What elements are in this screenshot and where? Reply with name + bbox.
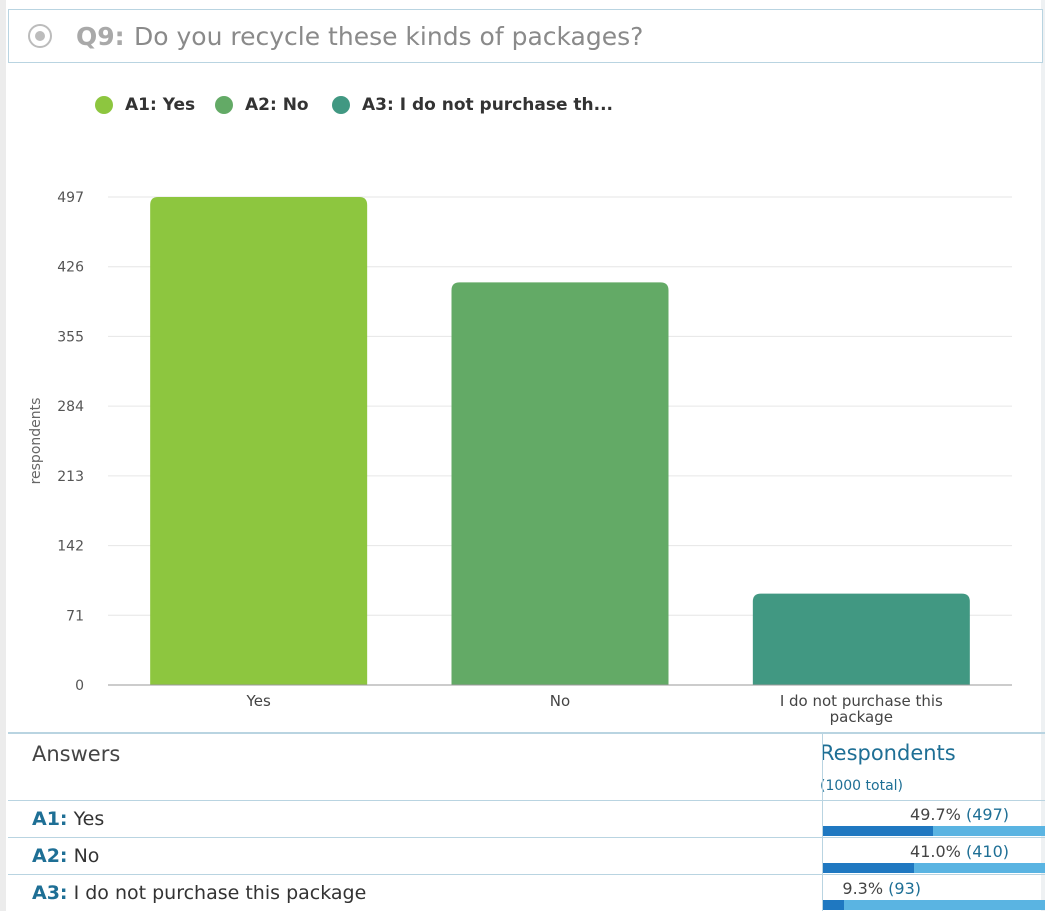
table-row: A2: No 41.0% (410) [8, 837, 1045, 874]
percent-bar-fill [823, 826, 934, 836]
answer-stat: 49.7% (497) [910, 805, 1009, 824]
chart-legend: A1: Yes A2: No A3: I do not purchase th.… [0, 94, 1045, 118]
percent-bar [823, 900, 1045, 910]
y-tick-label: 213 [57, 469, 84, 485]
answer-text: No [73, 845, 100, 867]
answers-table: Answers Respondents (1000 total) A1: Yes… [8, 732, 1045, 911]
answer-code: A1: [32, 808, 68, 830]
answer-stat: 9.3% (93) [842, 879, 921, 898]
percent-bar-fill [823, 863, 915, 873]
answer-percent: 9.3% [842, 879, 884, 898]
respondents-header[interactable]: Respondents [820, 741, 956, 765]
y-axis-title: respondents [28, 398, 44, 485]
answer-count: (497) [965, 805, 1009, 824]
y-tick-label: 142 [57, 539, 84, 555]
legend-dot-icon [332, 96, 350, 114]
percent-bar [823, 826, 1045, 836]
y-tick-label: 426 [57, 260, 84, 276]
legend-label: A3: I do not purchase th... [362, 95, 614, 115]
answer-count: (410) [965, 842, 1009, 861]
bar-2[interactable] [451, 282, 669, 685]
x-tick-label: Yes [246, 692, 271, 710]
y-tick-label: 497 [57, 190, 84, 206]
y-tick-label: 0 [75, 678, 84, 694]
y-tick-label: 71 [66, 608, 84, 624]
bar-chart: 071142213284355426497respondentsYes No I d… [28, 190, 1012, 726]
answer-percent: 49.7% [910, 805, 961, 824]
percent-bar [823, 863, 1045, 873]
x-tick-label: No [550, 692, 570, 710]
y-tick-label: 284 [57, 399, 84, 415]
answers-header: Answers [32, 742, 121, 766]
question-header: Q9: Do you recycle these kinds of packag… [8, 9, 1043, 63]
y-tick-label: 355 [57, 329, 84, 345]
radio-icon[interactable] [28, 24, 52, 48]
question-number: Q9: [76, 22, 125, 51]
answer-label: A3: I do not purchase this package [32, 882, 366, 904]
table-row: A1: Yes 49.7% (497) [8, 800, 1045, 837]
radio-dot-icon [35, 31, 45, 41]
answer-text: Yes [73, 808, 105, 830]
bar-1[interactable] [150, 197, 368, 685]
bar-3[interactable] [752, 593, 970, 685]
table-header: Answers Respondents (1000 total) [8, 732, 1045, 800]
column-divider [822, 732, 823, 911]
legend-label: A2: No [245, 95, 309, 115]
legend-dot-icon [95, 96, 113, 114]
legend-dot-icon [215, 96, 233, 114]
respondents-total: (1000 total) [820, 778, 904, 794]
answer-code: A3: [32, 882, 68, 904]
x-tick-label: package [830, 708, 893, 726]
percent-bar-fill [823, 900, 844, 910]
answer-count: (93) [888, 879, 921, 898]
answer-label: A2: No [32, 845, 99, 867]
legend-label: A1: Yes [125, 95, 196, 115]
answer-percent: 41.0% [910, 842, 961, 861]
answer-label: A1: Yes [32, 808, 104, 830]
answer-text: I do not purchase this package [73, 882, 367, 904]
answer-stat: 41.0% (410) [910, 842, 1009, 861]
table-row: A3: I do not purchase this package 9.3% … [8, 874, 1045, 911]
answer-code: A2: [32, 845, 68, 867]
question-text: Do you recycle these kinds of packages? [134, 22, 644, 51]
